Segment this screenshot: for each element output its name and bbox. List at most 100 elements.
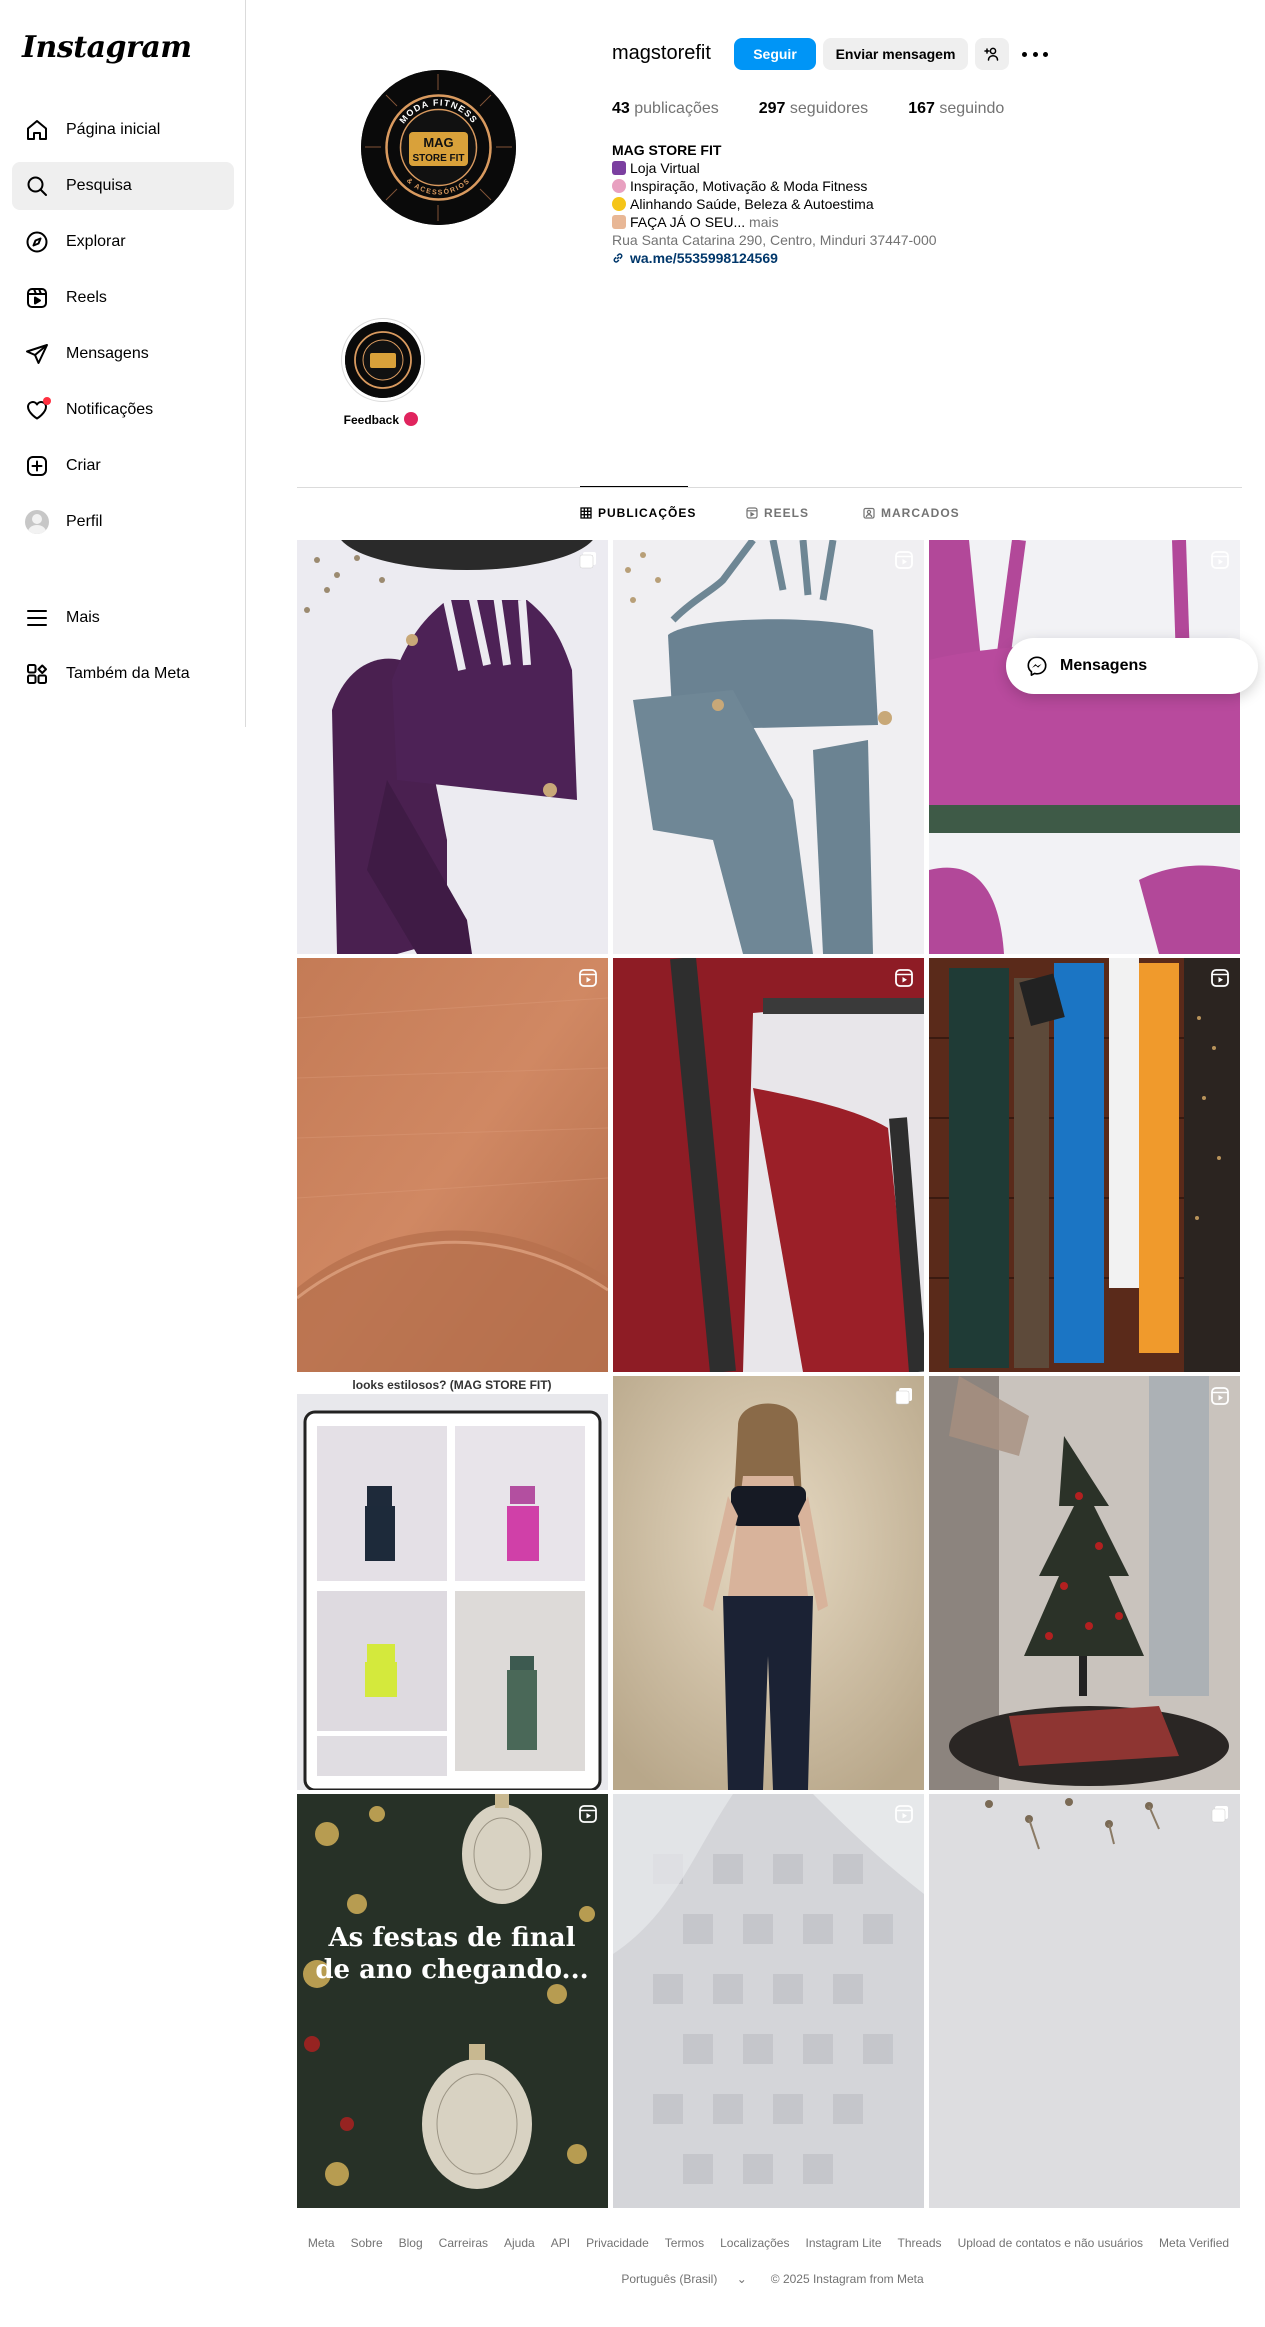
tabs-divider — [297, 487, 1242, 488]
reel-icon — [895, 969, 913, 987]
post-thumbnail[interactable]: looks estilosos? (MAG STORE FIT) — [297, 1376, 608, 1790]
heart-icon — [24, 397, 51, 423]
post-thumbnail[interactable] — [929, 540, 1240, 954]
sidebar-item-label: Criar — [66, 457, 101, 474]
footer-link[interactable]: Localizações — [720, 2236, 789, 2250]
reels-icon — [24, 285, 50, 311]
carousel-icon — [1211, 1806, 1228, 1823]
following-stat[interactable]: 167 seguindo — [908, 100, 1004, 118]
reels-icon — [746, 507, 758, 519]
home-icon — [24, 117, 50, 143]
footer-link[interactable]: Termos — [665, 2236, 704, 2250]
follow-button[interactable]: Seguir — [734, 38, 816, 70]
sidebar-item-label: Mensagens — [66, 345, 149, 362]
explore-icon — [24, 229, 50, 255]
footer-link[interactable]: Meta Verified — [1159, 2236, 1229, 2250]
svg-text:looks estilosos? (MAG STORE FI: looks estilosos? (MAG STORE FIT) — [352, 1378, 551, 1392]
more-options-icon[interactable] — [1022, 44, 1048, 64]
story-highlight-feedback[interactable]: Feedback — [340, 318, 426, 427]
sidebar-item-notifications[interactable]: Notificações — [12, 386, 234, 434]
post-thumbnail[interactable] — [613, 1794, 924, 2208]
sidebar-item-label: Reels — [66, 289, 107, 306]
profile-full-name: MAG STORE FIT — [612, 142, 722, 158]
post-image — [929, 540, 1240, 954]
footer-link[interactable]: Meta — [308, 2236, 335, 2250]
footer-link[interactable]: Ajuda — [504, 2236, 535, 2250]
avatar — [25, 510, 49, 534]
post-image — [613, 1376, 924, 1790]
language-selector[interactable]: Português (Brasil) ⌄ — [613, 2272, 754, 2286]
sidebar-item-more[interactable]: Mais — [12, 594, 234, 642]
bio-line: Alinhando Saúde, Beleza & Autoestima — [612, 195, 1032, 213]
sidebar-item-also-from-meta[interactable]: Também da Meta — [12, 650, 234, 698]
post-thumbnail[interactable]: As festas de final de ano chegando... — [297, 1794, 608, 2208]
sidebar-item-create[interactable]: Criar — [12, 442, 234, 490]
footer-links: Meta Sobre Blog Carreiras Ajuda API Priv… — [297, 2236, 1240, 2250]
footer-link[interactable]: Blog — [399, 2236, 423, 2250]
posts-grid: looks estilosos? (MAG STORE FIT) As fest… — [297, 540, 1240, 2208]
posts-stat[interactable]: 43 publicações — [612, 100, 719, 118]
profile-stats: 43 publicações 297 seguidores 167 seguin… — [612, 100, 1044, 118]
reel-icon — [1211, 551, 1229, 569]
post-image — [297, 540, 608, 954]
carousel-icon — [895, 1388, 912, 1405]
tab-reels[interactable]: REELS — [746, 506, 809, 520]
profile-username: magstorefit — [612, 42, 711, 64]
profile-avatar[interactable]: MODA FITNESS & ACESSÓRIOS MAG STORE FIT — [361, 70, 516, 225]
hands-icon — [612, 215, 626, 229]
followers-stat[interactable]: 297 seguidores — [759, 100, 868, 118]
post-image — [613, 540, 924, 954]
tab-tagged[interactable]: MARCADOS — [863, 506, 960, 520]
footer-link[interactable]: Sobre — [351, 2236, 383, 2250]
sidebar-item-messages[interactable]: Mensagens — [12, 330, 234, 378]
footer-link[interactable]: API — [551, 2236, 570, 2250]
svg-text:STORE FIT: STORE FIT — [412, 153, 464, 164]
tagged-icon — [863, 507, 875, 519]
bio-external-link[interactable]: wa.me/5535998124569 — [612, 249, 1032, 267]
post-image: looks estilosos? (MAG STORE FIT) — [297, 1376, 608, 1790]
floating-messages-button[interactable]: Mensagens — [1006, 638, 1258, 694]
post-thumbnail[interactable] — [929, 1376, 1240, 1790]
svg-text:MAG: MAG — [423, 135, 453, 150]
profile-bio: MAG STORE FIT Loja Virtual Inspiração, M… — [612, 141, 1032, 267]
post-image — [613, 1794, 924, 2208]
post-thumbnail[interactable] — [613, 958, 924, 1372]
sidebar-item-reels[interactable]: Reels — [12, 274, 234, 322]
footer-link[interactable]: Carreiras — [439, 2236, 488, 2250]
bio-more-link[interactable]: mais — [749, 214, 779, 230]
footer-link[interactable]: Threads — [898, 2236, 942, 2250]
bio-address[interactable]: Rua Santa Catarina 290, Centro, Minduri … — [612, 231, 1032, 249]
suggested-users-button[interactable] — [975, 38, 1009, 70]
sidebar-item-home[interactable]: Página inicial — [12, 106, 234, 154]
purple-book-icon — [612, 161, 626, 175]
post-thumbnail[interactable] — [297, 958, 608, 1372]
reel-icon — [1211, 969, 1229, 987]
search-icon — [24, 173, 50, 199]
gymnast-icon — [612, 179, 626, 193]
grid-icon — [580, 507, 592, 519]
sidebar-item-label: Explorar — [66, 233, 126, 250]
post-thumbnail[interactable] — [929, 958, 1240, 1372]
plus-square-icon — [24, 453, 50, 479]
send-message-button[interactable]: Enviar mensagem — [823, 38, 968, 70]
footer-link[interactable]: Privacidade — [586, 2236, 649, 2250]
sidebar-item-label: Pesquisa — [66, 177, 132, 194]
sidebar-item-explore[interactable]: Explorar — [12, 218, 234, 266]
menu-icon — [24, 605, 50, 631]
post-thumbnail[interactable] — [613, 1376, 924, 1790]
add-person-icon — [984, 47, 999, 61]
footer-link[interactable]: Instagram Lite — [805, 2236, 881, 2250]
sidebar-item-profile[interactable]: Perfil — [12, 498, 234, 546]
tab-posts[interactable]: PUBLICAÇÕES — [580, 506, 696, 520]
footer-link[interactable]: Upload de contatos e não usuários — [958, 2236, 1143, 2250]
post-thumbnail[interactable] — [613, 540, 924, 954]
post-thumbnail[interactable] — [929, 1794, 1240, 2208]
sidebar-item-search[interactable]: Pesquisa — [12, 162, 234, 210]
sidebar: Instagram Página inicial Pesquisa Explor… — [0, 0, 246, 727]
sidebar-item-label: Mais — [66, 609, 100, 626]
post-image — [929, 1794, 1240, 2208]
post-thumbnail[interactable] — [297, 540, 608, 954]
instagram-logo[interactable]: Instagram — [22, 30, 192, 65]
send-icon — [24, 341, 50, 367]
reel-icon — [895, 1805, 913, 1823]
